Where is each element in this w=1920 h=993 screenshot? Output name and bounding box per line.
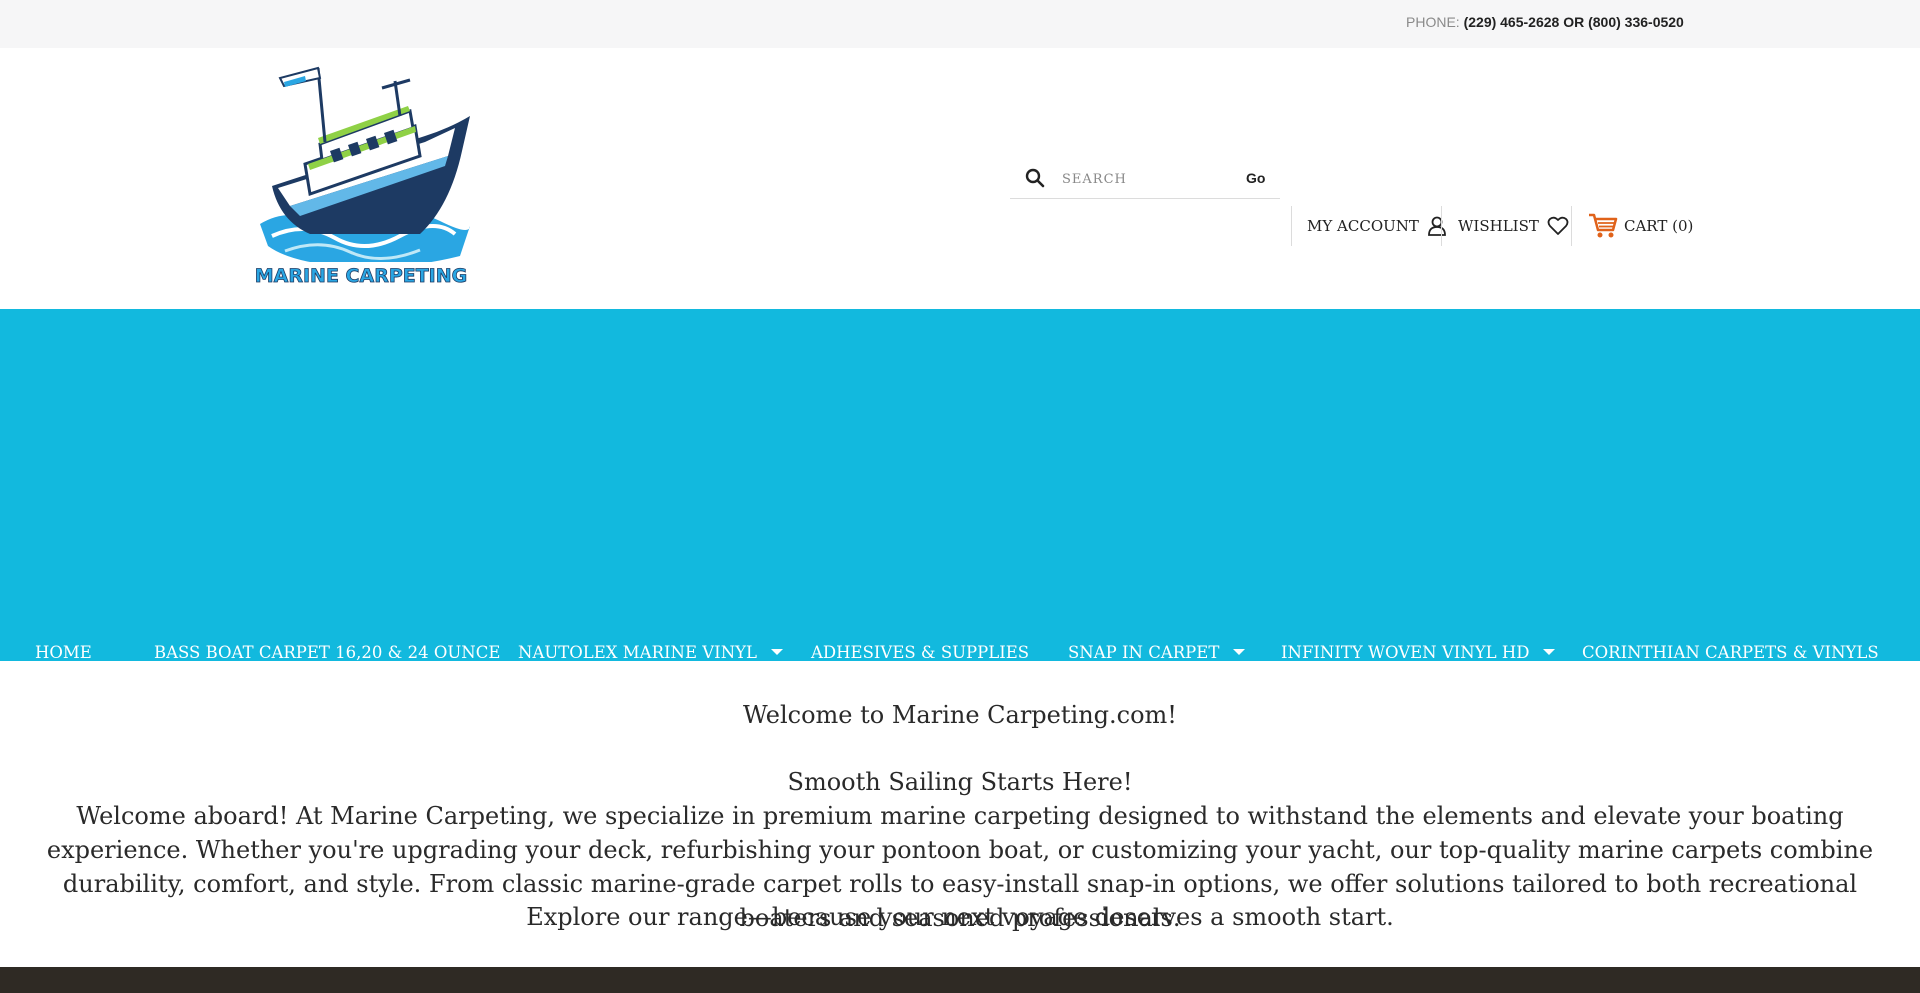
explore-line: Explore our range—because your next voya… xyxy=(526,903,1394,931)
welcome-heading: Welcome to Marine Carpeting.com! xyxy=(743,701,1177,729)
site-header: MARINE CARPETING Go MY ACCOUNT WISHLIST xyxy=(0,48,1920,309)
cart-icon xyxy=(1589,213,1618,238)
search-input[interactable] xyxy=(1060,166,1244,192)
header-divider xyxy=(1571,206,1572,246)
footer-bar xyxy=(0,967,1920,993)
heart-icon xyxy=(1547,216,1569,235)
wishlist-label: WISHLIST xyxy=(1458,217,1539,235)
header-divider xyxy=(1441,206,1442,246)
tagline: Smooth Sailing Starts Here! xyxy=(787,768,1133,796)
my-account-label: MY ACCOUNT xyxy=(1307,217,1419,235)
top-bar: PHONE: (229) 465-2628 OR (800) 336-0520 xyxy=(0,0,1920,48)
wishlist-link[interactable]: WISHLIST xyxy=(1458,206,1569,246)
chevron-down-icon[interactable] xyxy=(1233,648,1246,655)
user-icon xyxy=(1427,216,1446,236)
main-navigation: HOME BASS BOAT CARPET 16,20 & 24 OUNCE N… xyxy=(0,309,1920,943)
logo[interactable]: MARINE CARPETING xyxy=(250,56,478,288)
phone-numbers[interactable]: (229) 465-2628 OR (800) 336-0520 xyxy=(1464,14,1684,30)
cart-link[interactable]: CART (0) xyxy=(1588,206,1693,246)
chevron-down-icon[interactable] xyxy=(770,648,783,655)
logo-text: MARINE CARPETING xyxy=(255,265,468,287)
cart-label: CART (0) xyxy=(1624,217,1694,235)
search-go-button[interactable]: Go xyxy=(1240,166,1271,190)
chevron-down-icon[interactable] xyxy=(1543,648,1556,655)
search-icon[interactable] xyxy=(1025,168,1045,188)
main-content: Welcome to Marine Carpeting.com! Smooth … xyxy=(0,661,1920,967)
phone-info: PHONE: (229) 465-2628 OR (800) 336-0520 xyxy=(1406,14,1684,30)
my-account-link[interactable]: MY ACCOUNT xyxy=(1307,206,1447,246)
phone-label: PHONE: xyxy=(1406,14,1460,30)
header-divider xyxy=(1291,206,1292,246)
